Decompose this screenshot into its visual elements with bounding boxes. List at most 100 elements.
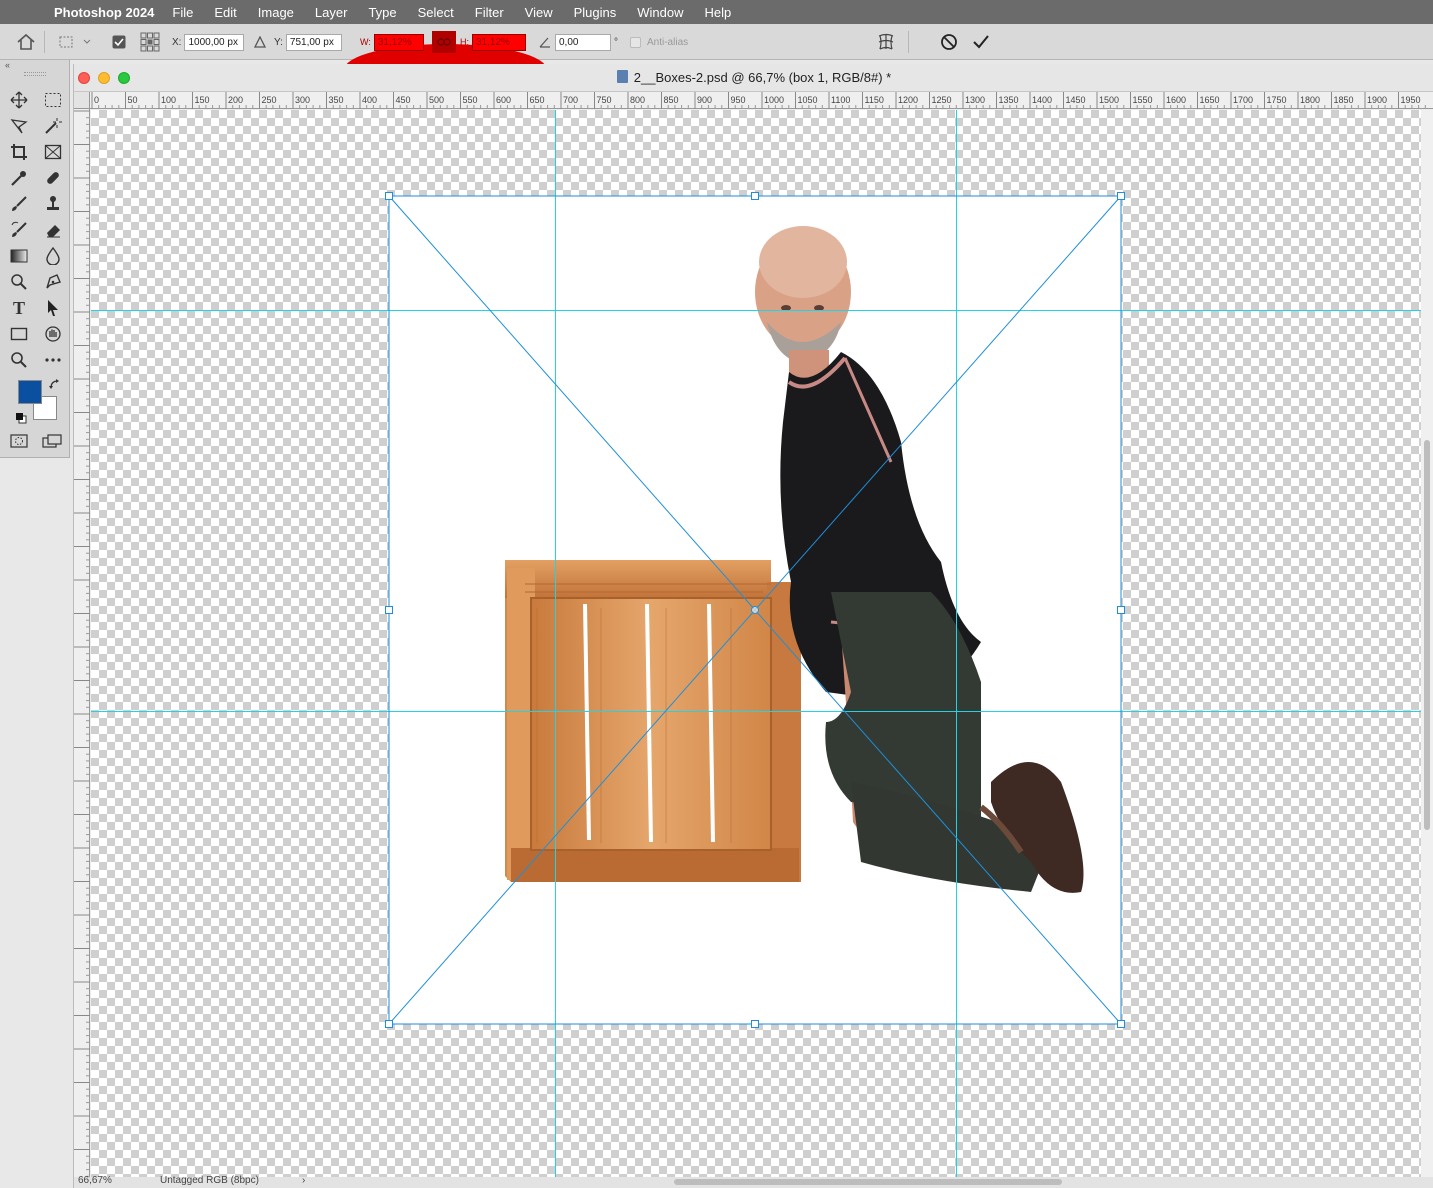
rectangular-marquee-icon[interactable] xyxy=(42,89,64,111)
y-position-input[interactable] xyxy=(285,33,342,51)
x-position-input[interactable] xyxy=(184,33,245,51)
zoom-tool-icon[interactable] xyxy=(8,349,30,371)
ruler-tick-label: 950 xyxy=(731,95,746,105)
menu-layer[interactable]: Layer xyxy=(315,5,348,20)
ruler-tick-label: 200 xyxy=(228,95,243,105)
eraser-tool-icon[interactable] xyxy=(42,219,64,241)
path-selection-icon[interactable] xyxy=(42,297,64,319)
transform-handle-top-center[interactable] xyxy=(751,192,759,200)
eyedropper-icon[interactable] xyxy=(8,167,30,189)
antialias-checkbox[interactable] xyxy=(630,36,641,48)
warp-icon[interactable] xyxy=(876,24,896,60)
ruler-tick-label: 100 xyxy=(161,95,176,105)
link-icon[interactable] xyxy=(432,24,456,60)
more-tools-icon[interactable] xyxy=(42,349,64,371)
blur-tool-icon[interactable] xyxy=(42,245,64,267)
reference-point-checkbox[interactable] xyxy=(112,24,126,60)
menu-plugins[interactable]: Plugins xyxy=(574,5,617,20)
ruler-tick-label: 1500 xyxy=(1099,95,1119,105)
transform-handle-bottom-center[interactable] xyxy=(751,1020,759,1028)
ruler-tick-label: 700 xyxy=(563,95,578,105)
vertical-ruler[interactable] xyxy=(74,109,90,1184)
history-brush-icon[interactable] xyxy=(8,219,30,241)
cancel-icon[interactable] xyxy=(940,24,958,60)
ruler-tick-label: 300 xyxy=(295,95,310,105)
ruler-tick-label: 1650 xyxy=(1200,95,1220,105)
app-name-menu[interactable]: Photoshop 2024 xyxy=(54,5,154,20)
canvas[interactable] xyxy=(91,110,1421,1177)
transform-handle-bottom-right[interactable] xyxy=(1117,1020,1125,1028)
pen-tool-icon[interactable] xyxy=(42,271,64,293)
clone-stamp-icon[interactable] xyxy=(42,193,64,215)
vertical-scroll-thumb[interactable] xyxy=(1424,440,1430,830)
psd-file-icon xyxy=(616,70,628,83)
menu-help[interactable]: Help xyxy=(705,5,732,20)
horizontal-scroll-thumb[interactable] xyxy=(674,1179,1062,1185)
status-menu-chevron-icon[interactable]: › xyxy=(302,1175,305,1186)
menu-bar: Photoshop 2024 File Edit Image Layer Typ… xyxy=(0,0,1433,24)
ruler-origin[interactable] xyxy=(74,92,90,109)
angle-input[interactable] xyxy=(555,33,611,51)
transform-reference-point[interactable] xyxy=(751,606,759,614)
ruler-tick-label: 1450 xyxy=(1066,95,1086,105)
rectangle-tool-icon[interactable] xyxy=(8,323,30,345)
hand-tool-icon[interactable] xyxy=(42,323,64,345)
transform-handle-bottom-left[interactable] xyxy=(385,1020,393,1028)
menu-file[interactable]: File xyxy=(172,5,193,20)
transform-handle-middle-left[interactable] xyxy=(385,606,393,614)
home-icon[interactable] xyxy=(16,24,36,60)
ruler-tick-label: 400 xyxy=(362,95,377,105)
ruler-tick-label: 1000 xyxy=(764,95,784,105)
zoom-level[interactable]: 66,67% xyxy=(78,1175,112,1186)
frame-tool-icon[interactable] xyxy=(42,141,64,163)
ruler-tick-label: 1400 xyxy=(1032,95,1052,105)
ruler-tick-label: 1900 xyxy=(1367,95,1387,105)
reference-point-grid-icon[interactable] xyxy=(140,24,160,60)
menu-window[interactable]: Window xyxy=(637,5,683,20)
color-profile[interactable]: Untagged RGB (8bpc) xyxy=(160,1175,259,1186)
brush-tool-icon[interactable] xyxy=(8,193,30,215)
ruler-tick-label: 0 xyxy=(94,95,99,105)
move-tool-icon[interactable] xyxy=(8,89,30,111)
ruler-tick-label: 1550 xyxy=(1133,95,1153,105)
ruler-tick-label: 1300 xyxy=(965,95,985,105)
magic-wand-icon[interactable] xyxy=(42,115,64,137)
delta-icon[interactable] xyxy=(254,24,266,60)
default-colors-icon[interactable] xyxy=(15,411,27,429)
menu-filter[interactable]: Filter xyxy=(475,5,504,20)
ruler-tick-label: 50 xyxy=(128,95,138,105)
dodge-tool-icon[interactable] xyxy=(8,271,30,293)
menu-type[interactable]: Type xyxy=(368,5,396,20)
menu-view[interactable]: View xyxy=(525,5,553,20)
collapse-panel-icon[interactable]: « xyxy=(5,60,10,70)
healing-brush-icon[interactable] xyxy=(42,167,64,189)
check-icon[interactable] xyxy=(972,24,990,60)
swap-colors-icon[interactable] xyxy=(49,378,61,396)
angle-icon[interactable] xyxy=(538,24,552,60)
ruler-tick-label: 750 xyxy=(597,95,612,105)
type-tool-icon[interactable]: T xyxy=(8,297,30,319)
transform-bounding-box[interactable] xyxy=(91,110,1421,1177)
lasso-tool-icon[interactable] xyxy=(8,115,30,137)
menu-edit[interactable]: Edit xyxy=(214,5,236,20)
horizontal-ruler[interactable]: 0 50 100 150 200 250 300 350 400 450 500 550 600 650 7… xyxy=(90,92,1433,109)
screen-mode-icon[interactable] xyxy=(42,434,62,453)
ruler-tick-label: 850 xyxy=(664,95,679,105)
document-title-bar[interactable]: 2__Boxes-2.psd @ 66,7% (box 1, RGB/8#) * xyxy=(74,64,1433,92)
quick-mask-icon[interactable] xyxy=(10,434,28,453)
height-input[interactable] xyxy=(472,33,526,51)
transform-handle-top-left[interactable] xyxy=(385,192,393,200)
menu-select[interactable]: Select xyxy=(418,5,454,20)
panel-grip[interactable] xyxy=(24,72,46,76)
gradient-tool-icon[interactable] xyxy=(8,245,30,267)
transform-handle-middle-right[interactable] xyxy=(1117,606,1125,614)
width-input[interactable] xyxy=(373,33,424,51)
transform-mode-icon[interactable] xyxy=(58,24,92,60)
transform-handle-top-right[interactable] xyxy=(1117,192,1125,200)
menu-image[interactable]: Image xyxy=(258,5,294,20)
foreground-color-swatch[interactable] xyxy=(18,380,42,404)
horizontal-ruler-ticks: 0 50 100 150 200 250 300 350 400 450 500 550 600 650 7… xyxy=(91,92,1426,109)
crop-tool-icon[interactable] xyxy=(8,141,30,163)
status-bar: 66,67% Untagged RGB (8bpc) › xyxy=(74,1175,1433,1188)
vertical-scrollbar[interactable] xyxy=(1421,110,1433,1177)
